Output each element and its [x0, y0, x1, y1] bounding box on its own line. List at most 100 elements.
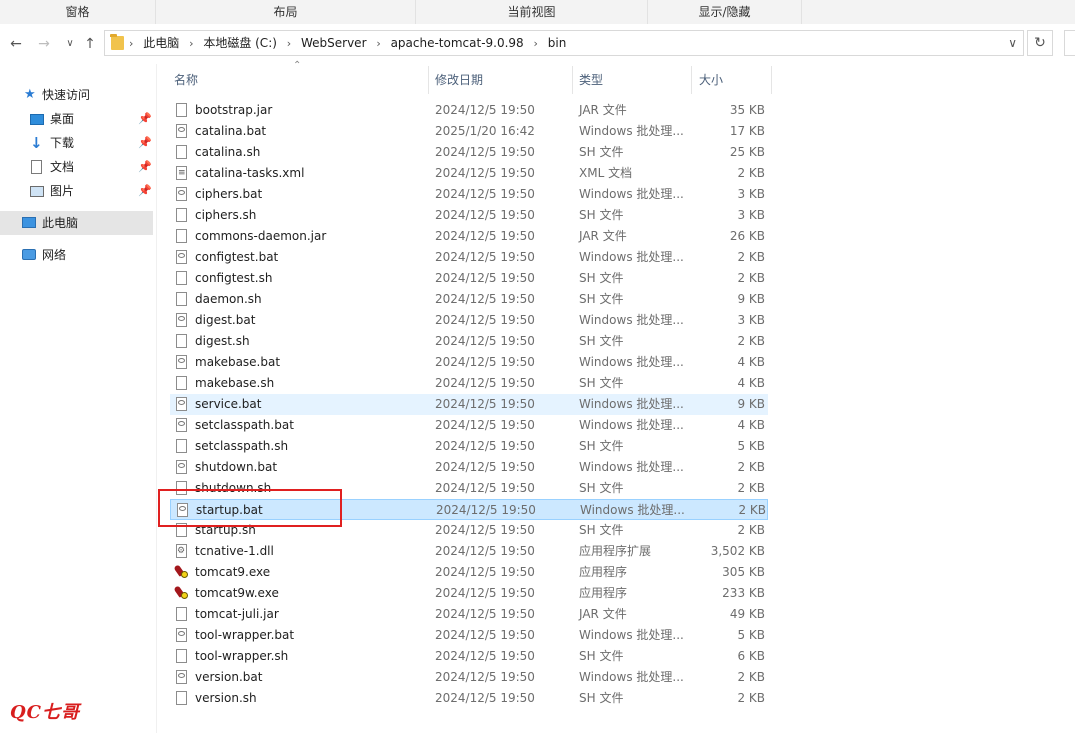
table-row[interactable]: configtest.bat 2024/12/5 19:50 Windows 批处理…: [170, 247, 768, 268]
file-name: makebase.bat: [195, 355, 281, 369]
breadcrumb-local-disk[interactable]: 本地磁盘 (C:): [203, 31, 277, 55]
file-date: 2024/12/5 19:50: [435, 229, 535, 243]
chevron-right-icon[interactable]: ›: [376, 32, 380, 56]
table-row[interactable]: ciphers.sh 2024/12/5 19:50 SH 文件 3 KB: [170, 205, 768, 226]
file-size: 305 KB: [722, 565, 765, 579]
breadcrumb-this-pc[interactable]: 此电脑: [143, 31, 179, 55]
table-row[interactable]: catalina.bat 2025/1/20 16:42 Windows 批处理..…: [170, 121, 768, 142]
file-name: configtest.bat: [195, 250, 279, 264]
file-name: tool-wrapper.bat: [195, 628, 295, 642]
application-icon: [176, 586, 188, 600]
column-divider[interactable]: [572, 66, 573, 94]
search-box[interactable]: [1064, 30, 1075, 56]
file-type: Windows 批处理...: [579, 628, 684, 642]
table-row[interactable]: tomcat-juli.jar 2024/12/5 19:50 JAR 文件 49 K…: [170, 604, 768, 625]
pin-icon[interactable]: 📌: [138, 107, 152, 131]
file-date: 2024/12/5 19:50: [435, 628, 535, 642]
file-type: Windows 批处理...: [579, 670, 684, 684]
file-date: 2024/12/5 19:50: [436, 503, 536, 517]
breadcrumb-webserver[interactable]: WebServer: [301, 31, 367, 55]
file-size: 2 KB: [737, 166, 765, 180]
address-dropdown-icon[interactable]: ∨: [1008, 31, 1017, 55]
sidebar-item-label: 桌面: [50, 112, 75, 126]
column-header-date[interactable]: 修改日期: [435, 66, 483, 94]
ribbon-tab-show-hide[interactable]: 显示/隐藏: [648, 0, 802, 24]
sidebar-item-this-pc[interactable]: 此电脑: [0, 211, 153, 235]
forward-arrow-icon[interactable]: →: [34, 34, 54, 54]
chevron-right-icon[interactable]: ›: [189, 32, 193, 56]
up-arrow-icon[interactable]: ↑: [80, 34, 100, 54]
table-row[interactable]: configtest.sh 2024/12/5 19:50 SH 文件 2 KB: [170, 268, 768, 289]
file-size: 2 KB: [737, 460, 765, 474]
ribbon-tab-strip: 窗格 布局 当前视图 显示/隐藏: [0, 0, 1075, 25]
table-row[interactable]: makebase.bat 2024/12/5 19:50 Windows 批处理..…: [170, 352, 768, 373]
refresh-icon[interactable]: ↻: [1027, 30, 1053, 56]
table-row[interactable]: daemon.sh 2024/12/5 19:50 SH 文件 9 KB: [170, 289, 768, 310]
ribbon-tab-layout[interactable]: 布局: [156, 0, 416, 24]
ribbon-tab-current-view[interactable]: 当前视图: [416, 0, 648, 24]
table-row[interactable]: tcnative-1.dll 2024/12/5 19:50 应用程序扩展 3,502…: [170, 541, 768, 562]
pin-icon[interactable]: 📌: [138, 179, 152, 203]
document-icon: [31, 160, 42, 174]
table-row[interactable]: digest.bat 2024/12/5 19:50 Windows 批处理... 3…: [170, 310, 768, 331]
column-divider[interactable]: [771, 66, 772, 94]
table-row[interactable]: version.bat 2024/12/5 19:50 Windows 批处理...…: [170, 667, 768, 688]
sidebar-item-network[interactable]: 网络: [0, 243, 153, 267]
file-date: 2024/12/5 19:50: [435, 565, 535, 579]
file-type: SH 文件: [579, 439, 624, 453]
batch-file-icon: [176, 670, 187, 684]
chevron-right-icon[interactable]: ›: [287, 32, 291, 56]
table-row[interactable]: tomcat9.exe 2024/12/5 19:50 应用程序 305 KB: [170, 562, 768, 583]
sidebar-item-desktop[interactable]: 桌面 📌: [0, 107, 153, 131]
table-row[interactable]: tool-wrapper.sh 2024/12/5 19:50 SH 文件 6 KB: [170, 646, 768, 667]
table-row[interactable]: tomcat9w.exe 2024/12/5 19:50 应用程序 233 KB: [170, 583, 768, 604]
file-type: SH 文件: [579, 481, 624, 495]
file-type: JAR 文件: [579, 229, 627, 243]
table-row[interactable]: commons-daemon.jar 2024/12/5 19:50 JAR 文件 2…: [170, 226, 768, 247]
column-divider[interactable]: [428, 66, 429, 94]
table-row[interactable]: bootstrap.jar 2024/12/5 19:50 JAR 文件 35 KB: [170, 100, 768, 121]
pin-icon[interactable]: 📌: [138, 155, 152, 179]
breadcrumb-tomcat[interactable]: apache-tomcat-9.0.98: [391, 31, 524, 55]
table-row[interactable]: ciphers.bat 2024/12/5 19:50 Windows 批处理...…: [170, 184, 768, 205]
breadcrumb: › 此电脑 › 本地磁盘 (C:) › WebServer › apache-t…: [129, 31, 572, 55]
table-row[interactable]: shutdown.bat 2024/12/5 19:50 Windows 批处理..…: [170, 457, 768, 478]
file-icon: [176, 439, 187, 453]
column-header-name[interactable]: 名称: [174, 66, 198, 94]
file-icon: [176, 208, 187, 222]
table-row[interactable]: service.bat 2024/12/5 19:50 Windows 批处理...…: [170, 394, 768, 415]
file-size: 26 KB: [729, 229, 765, 243]
file-size: 233 KB: [722, 586, 765, 600]
breadcrumb-bin[interactable]: bin: [548, 31, 567, 55]
sidebar-item-quick-access[interactable]: ★ 快速访问: [0, 83, 153, 107]
table-row[interactable]: makebase.sh 2024/12/5 19:50 SH 文件 4 KB: [170, 373, 768, 394]
column-divider[interactable]: [691, 66, 692, 94]
chevron-right-icon[interactable]: ›: [129, 32, 133, 56]
table-row[interactable]: catalina-tasks.xml 2024/12/5 19:50 XML 文档 2…: [170, 163, 768, 184]
batch-file-icon: [176, 355, 187, 369]
table-row[interactable]: digest.sh 2024/12/5 19:50 SH 文件 2 KB: [170, 331, 768, 352]
file-name: catalina.bat: [195, 124, 267, 138]
file-name: tool-wrapper.sh: [195, 649, 289, 663]
sidebar-item-documents[interactable]: 文档 📌: [0, 155, 153, 179]
file-size: 9 KB: [737, 292, 765, 306]
table-row[interactable]: setclasspath.sh 2024/12/5 19:50 SH 文件 5 KB: [170, 436, 768, 457]
address-bar[interactable]: › 此电脑 › 本地磁盘 (C:) › WebServer › apache-t…: [104, 30, 1024, 56]
table-row[interactable]: catalina.sh 2024/12/5 19:50 SH 文件 25 KB: [170, 142, 768, 163]
file-type: JAR 文件: [579, 103, 627, 117]
file-date: 2024/12/5 19:50: [435, 187, 535, 201]
table-row[interactable]: version.sh 2024/12/5 19:50 SH 文件 2 KB: [170, 688, 768, 709]
sidebar-item-pictures[interactable]: 图片 📌: [0, 179, 153, 203]
column-header-size[interactable]: 大小: [699, 66, 723, 94]
file-size: 5 KB: [737, 439, 765, 453]
pin-icon[interactable]: 📌: [138, 131, 152, 155]
column-header-type[interactable]: 类型: [579, 66, 603, 94]
table-row[interactable]: setclasspath.bat 2024/12/5 19:50 Windows 批…: [170, 415, 768, 436]
back-arrow-icon[interactable]: ←: [6, 34, 26, 54]
chevron-down-icon[interactable]: ∨: [60, 34, 80, 54]
chevron-right-icon[interactable]: ›: [534, 32, 538, 56]
sidebar-item-downloads[interactable]: ↓ 下载 📌: [0, 131, 153, 155]
file-type: SH 文件: [579, 208, 624, 222]
table-row[interactable]: tool-wrapper.bat 2024/12/5 19:50 Windows 批…: [170, 625, 768, 646]
ribbon-tab-pane[interactable]: 窗格: [0, 0, 156, 24]
